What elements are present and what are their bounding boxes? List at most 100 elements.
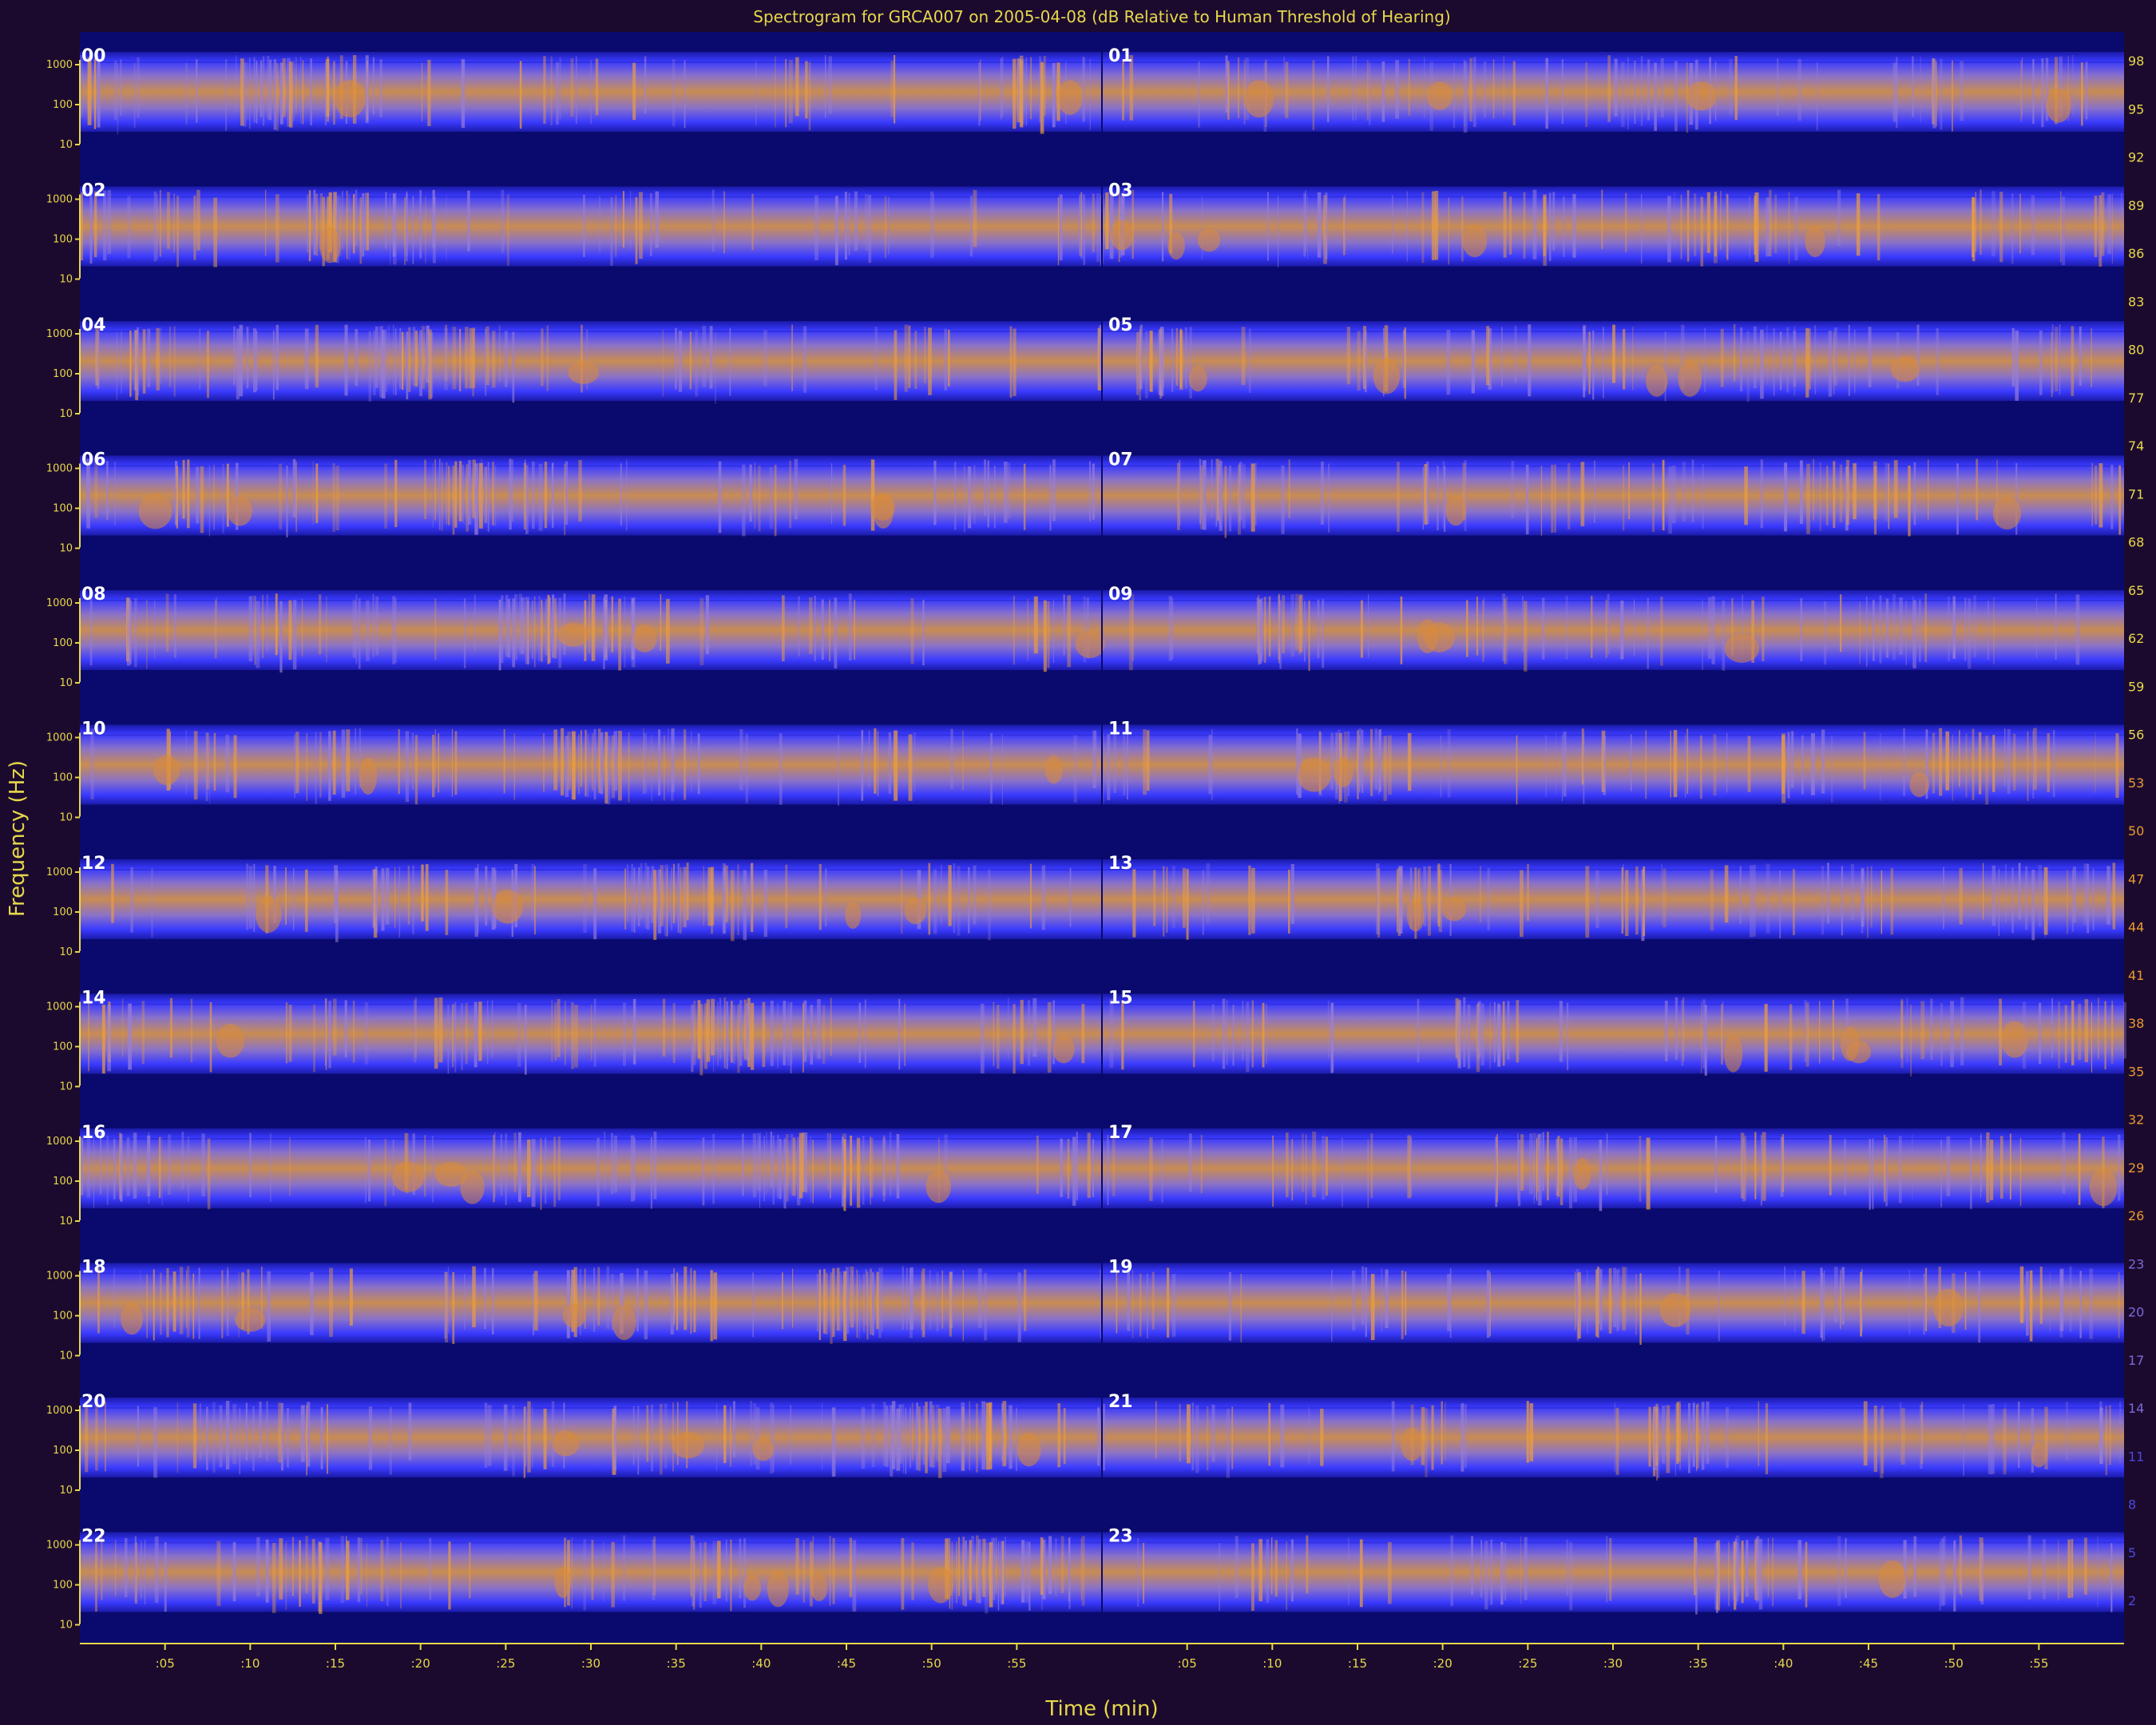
spectral-streak [684,60,686,129]
spectral-streak [1711,596,1715,664]
spectral-streak [707,867,711,926]
spectral-streak [1567,463,1571,529]
spectral-streak [524,1406,527,1466]
spectral-blob [810,1572,828,1602]
spectral-streak [1080,192,1082,257]
spectral-streak [2026,1271,2029,1336]
spectral-streak [1766,863,1770,934]
spectral-streak [1617,1268,1620,1330]
spectral-streak [1480,1540,1482,1598]
spectral-streak [1524,1537,1528,1600]
spectral-streak [187,1136,189,1203]
spectral-streak [809,1541,813,1607]
spectral-streak [1654,62,1657,131]
spectral-streak [1132,1269,1134,1338]
spectral-streak [1438,870,1442,932]
spectral-streak [1620,601,1624,660]
spectral-streak [145,599,148,669]
spectral-streak [461,59,466,129]
y-axis-label: Frequency (Hz) [6,760,30,917]
spectral-streak [673,863,675,923]
spectral-blob [1909,771,1930,798]
spectral-streak [1199,465,1203,529]
spectral-streak [1281,465,1285,534]
spectral-streak [933,193,935,257]
hour-label: 10 [81,720,106,740]
spectral-streak [980,59,981,121]
spectral-streak [1327,56,1330,122]
spectral-streak [2091,1002,2092,1073]
spectral-streak [222,464,224,533]
spectral-streak [185,62,188,125]
spectral-streak [360,1537,363,1595]
spectral-streak [730,1406,731,1467]
colorbar-tick-label: 56 [2128,728,2144,743]
spectral-streak [346,190,348,260]
spectral-streak [1666,1405,1671,1473]
x-tick-label: :50 [1944,1656,1964,1671]
spectral-streak [492,462,494,525]
spectral-streak [1523,192,1526,259]
spectral-streak [1671,465,1676,524]
spectral-streak [726,1001,728,1069]
spectral-streak [269,59,272,121]
spectral-streak [1718,1271,1720,1342]
spectral-blob [1334,757,1353,787]
spectral-streak [310,58,312,125]
freq-tick-label: 1000 [46,732,73,744]
spectral-streak [498,325,501,383]
spectral-streak [196,466,200,524]
spectral-streak [620,463,622,526]
spectral-streak [810,1136,811,1203]
spectral-streak [1449,1268,1452,1338]
spectral-streak [1885,598,1889,658]
spectral-streak [933,869,937,934]
spectral-streak [874,327,878,391]
spectral-streak [789,461,791,529]
spectral-streak [176,466,178,529]
spectral-streak [333,998,337,1056]
spectral-streak [613,1406,616,1470]
spectral-streak [344,1000,347,1057]
spectral-streak [792,1268,794,1328]
spectral-streak [1741,1541,1744,1604]
spectral-streak [306,733,308,801]
spectral-streak [2078,1003,2082,1060]
spectral-streak [187,459,190,529]
spectral-streak [703,1542,707,1602]
spectral-streak [1206,862,1211,923]
spectral-streak [938,1408,942,1478]
spectral-streak [432,735,435,798]
spectral-streak [1047,1001,1052,1073]
spectral-streak [452,1272,455,1344]
spectral-streak [465,327,469,389]
spectral-streak [267,55,270,120]
spectral-streak [246,327,249,389]
spectral-streak [2065,1402,2068,1461]
spectral-streak [1089,461,1091,521]
spectral-streak [1398,866,1403,934]
spectral-streak [1087,1132,1091,1198]
spectral-streak [640,862,643,919]
hour-label: 20 [81,1392,106,1412]
spectral-streak [1992,865,1995,926]
spectral-streak [196,189,200,251]
spectral-streak [1274,1540,1278,1597]
spectral-blob [1017,1433,1041,1467]
spectral-streak [2019,1266,2024,1323]
spectral-streak [2094,196,2098,257]
spectral-streak [662,998,666,1057]
spectral-streak [2099,195,2101,261]
spectral-streak [1900,1407,1905,1465]
spectral-streak [1906,997,1908,1064]
spectral-streak [730,1539,732,1612]
spectral-streak [1105,192,1109,249]
colorbar-tick-label: 98 [2128,54,2144,69]
hour-label: 17 [1108,1123,1133,1143]
spectral-streak [1794,196,1798,260]
spectral-streak [253,328,257,393]
spectral-streak [623,1535,626,1601]
spectral-streak [1542,1132,1544,1191]
spectral-streak [448,1541,451,1610]
freq-tick-label: 10 [59,408,73,420]
